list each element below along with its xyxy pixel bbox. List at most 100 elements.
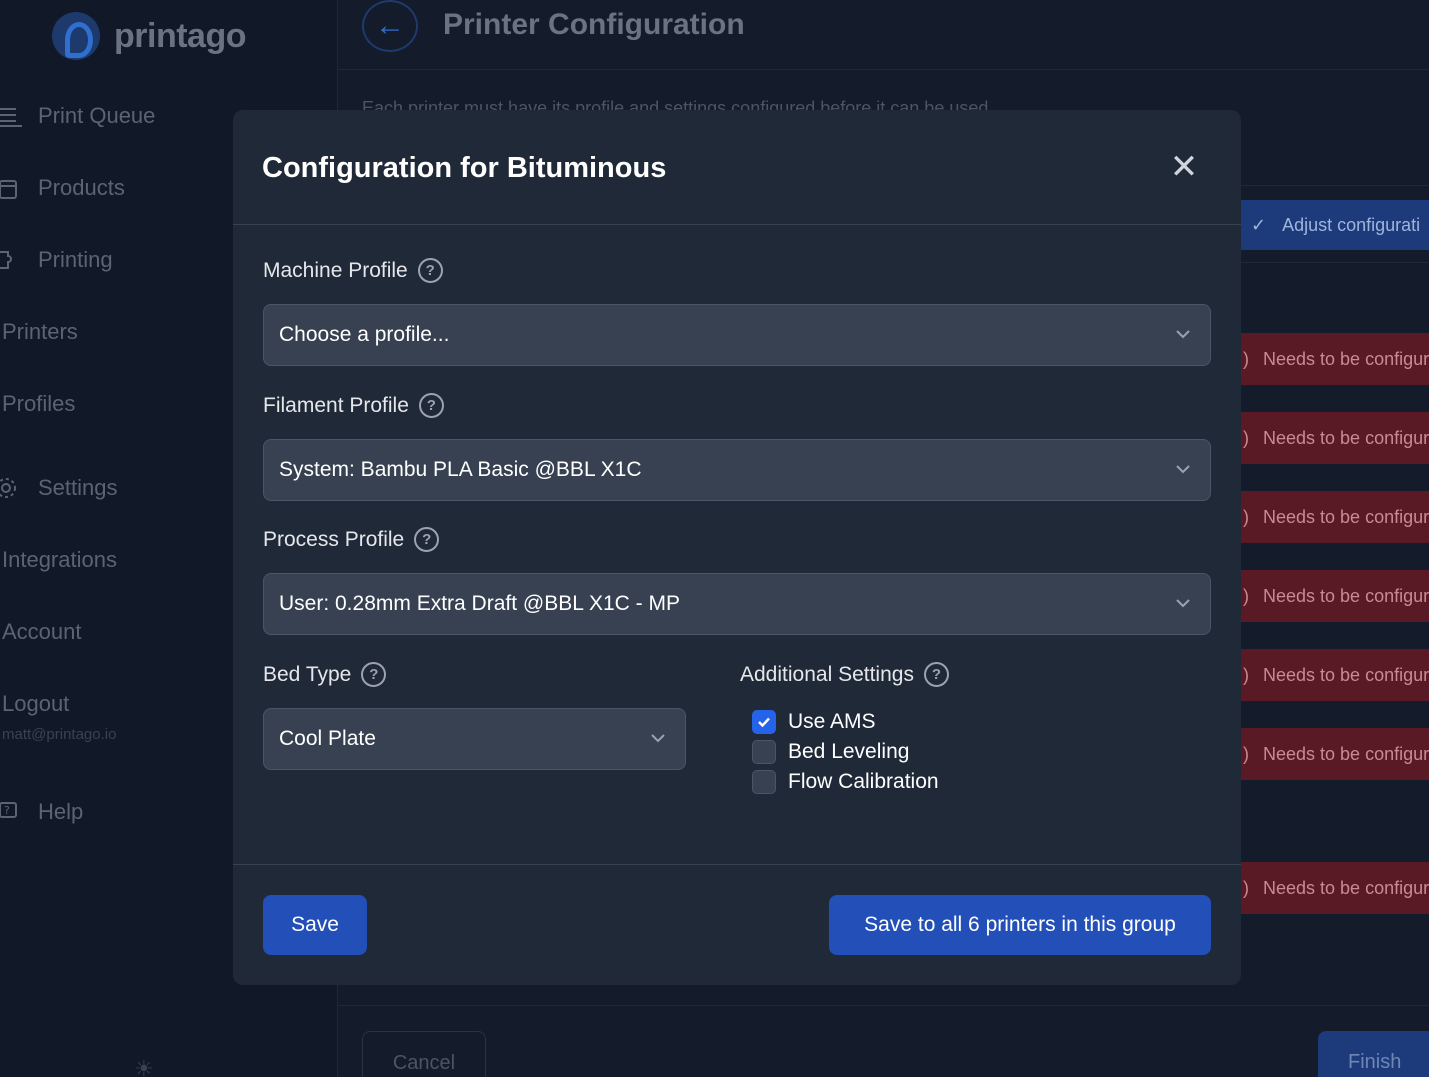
machine-profile-label: Machine Profile ? (263, 258, 443, 283)
puzzle-icon (0, 249, 22, 271)
modal-header: Configuration for Bituminous ✕ (233, 110, 1241, 225)
list-icon (0, 105, 22, 127)
additional-settings-label: Additional Settings ? (740, 662, 949, 687)
chevron-down-icon (1176, 465, 1190, 474)
bed-leveling-label: Bed Leveling (788, 740, 910, 763)
process-profile-select[interactable]: User: 0.28mm Extra Draft @BBL X1C - MP (263, 573, 1211, 635)
brand-name: printago (114, 16, 246, 55)
sidebar-item-account[interactable]: Account (2, 619, 82, 645)
sidebar-item-print-queue[interactable]: Print Queue (0, 103, 155, 129)
status-badge[interactable]: ) Needs to be configur (1241, 728, 1429, 780)
use-ams-checkbox[interactable] (752, 710, 776, 734)
modal-title: Configuration for Bituminous (262, 152, 667, 184)
sidebar-item-label: Profiles (2, 391, 76, 416)
status-badge[interactable]: ) Needs to be configur (1241, 412, 1429, 464)
sidebar-item-help[interactable]: ? Help (0, 799, 83, 825)
sidebar-item-integrations[interactable]: Integrations (2, 547, 117, 573)
status-badge-label: Needs to be configur (1263, 506, 1429, 527)
theme-toggle-sun-icon[interactable]: ☀ (134, 1056, 158, 1077)
bed-type-select[interactable]: Cool Plate (263, 708, 686, 770)
close-icon[interactable]: ✕ (1169, 150, 1199, 184)
status-badge[interactable]: ) Needs to be configur (1241, 862, 1429, 914)
flow-calibration-checkbox[interactable] (752, 770, 776, 794)
page-header: ← Printer Configuration (338, 0, 1429, 70)
bed-type-label-text: Bed Type (263, 662, 352, 686)
bed-type-value: Cool Plate (279, 727, 376, 750)
status-badge-label: Needs to be configur (1263, 664, 1429, 685)
status-badge[interactable]: ) Needs to be configur (1241, 649, 1429, 701)
status-badge-label: Needs to be configur (1263, 743, 1429, 764)
bed-leveling-option[interactable]: Bed Leveling (752, 740, 909, 764)
sidebar-item-label: Logout (2, 691, 70, 716)
machine-profile-label-text: Machine Profile (263, 258, 408, 282)
sidebar-item-printers[interactable]: Printers (2, 319, 78, 345)
flow-calibration-option[interactable]: Flow Calibration (752, 770, 939, 794)
help-icon[interactable]: ? (923, 662, 949, 687)
status-icon: ) (1243, 585, 1249, 606)
status-icon: ) (1243, 743, 1249, 764)
sidebar-item-label: Products (38, 175, 125, 200)
filament-profile-value: System: Bambu PLA Basic @BBL X1C (279, 458, 642, 481)
additional-settings-label-text: Additional Settings (740, 662, 914, 686)
sidebar-item-label: Printers (2, 319, 78, 344)
bed-leveling-checkbox[interactable] (752, 740, 776, 764)
status-badge[interactable]: ) Needs to be configur (1241, 333, 1429, 385)
page-footer: Cancel Finish (338, 1005, 1429, 1077)
use-ams-option[interactable]: Use AMS (752, 710, 876, 734)
process-profile-value: User: 0.28mm Extra Draft @BBL X1C - MP (279, 592, 680, 615)
status-badge-label: Needs to be configur (1263, 585, 1429, 606)
status-icon: ) (1243, 427, 1249, 448)
sidebar-item-label: Account (2, 619, 82, 644)
sidebar-item-profiles[interactable]: Profiles (2, 391, 75, 417)
help-icon[interactable]: ? (414, 527, 440, 552)
adjust-configuration-badge[interactable]: ✓ Adjust configurati (1241, 200, 1429, 250)
help-icon[interactable]: ? (417, 258, 443, 283)
chevron-down-icon (651, 734, 665, 743)
printago-logo-icon (52, 12, 100, 60)
use-ams-label: Use AMS (788, 710, 876, 733)
sidebar-item-label: Printing (38, 247, 113, 272)
check-icon: ✓ (1251, 214, 1267, 235)
help-icon[interactable]: ? (418, 393, 444, 418)
help-chat-icon: ? (0, 801, 22, 823)
page-title: Printer Configuration (443, 8, 745, 41)
process-profile-label-text: Process Profile (263, 527, 405, 551)
chevron-down-icon (1176, 599, 1190, 608)
process-profile-label: Process Profile ? (263, 527, 440, 552)
machine-profile-value: Choose a profile... (279, 323, 450, 346)
help-icon[interactable]: ? (361, 662, 387, 687)
sidebar-item-settings[interactable]: Settings (0, 475, 118, 501)
status-icon: ) (1243, 664, 1249, 685)
status-icon: ) (1243, 877, 1249, 898)
brand-logo[interactable]: printago (52, 12, 246, 60)
modal-footer-divider (233, 864, 1241, 865)
bed-type-label: Bed Type ? (263, 662, 387, 687)
chevron-down-icon (1176, 330, 1190, 339)
cancel-button[interactable]: Cancel (362, 1031, 486, 1077)
adjust-badge-label: Adjust configurati (1282, 214, 1421, 235)
status-badge-label: Needs to be configur (1263, 348, 1429, 369)
sidebar-item-label: Integrations (2, 547, 117, 572)
save-button[interactable]: Save (263, 895, 367, 955)
configuration-modal: Configuration for Bituminous ✕ Machine P… (233, 110, 1241, 985)
svg-text:?: ? (4, 804, 10, 817)
filament-profile-select[interactable]: System: Bambu PLA Basic @BBL X1C (263, 439, 1211, 501)
status-badge[interactable]: ) Needs to be configur (1241, 491, 1429, 543)
status-badge-label: Needs to be configur (1263, 877, 1429, 898)
filament-profile-label-text: Filament Profile (263, 393, 409, 417)
sidebar-item-logout[interactable]: Logout (2, 691, 69, 717)
filament-profile-label: Filament Profile ? (263, 393, 444, 418)
back-arrow-icon[interactable]: ← (362, 0, 418, 52)
sidebar-item-label: Help (38, 799, 84, 824)
sidebar-item-printing[interactable]: Printing (0, 247, 113, 273)
status-icon: ) (1243, 506, 1249, 527)
sidebar-item-products[interactable]: Products (0, 175, 125, 201)
sidebar-item-label: Settings (38, 475, 118, 500)
status-icon: ) (1243, 348, 1249, 369)
status-badge[interactable]: ) Needs to be configur (1241, 570, 1429, 622)
flow-calibration-label: Flow Calibration (788, 770, 939, 793)
finish-button[interactable]: Finish (1318, 1031, 1429, 1077)
machine-profile-select[interactable]: Choose a profile... (263, 304, 1211, 366)
gear-icon (0, 477, 22, 499)
save-to-group-button[interactable]: Save to all 6 printers in this group (829, 895, 1211, 955)
